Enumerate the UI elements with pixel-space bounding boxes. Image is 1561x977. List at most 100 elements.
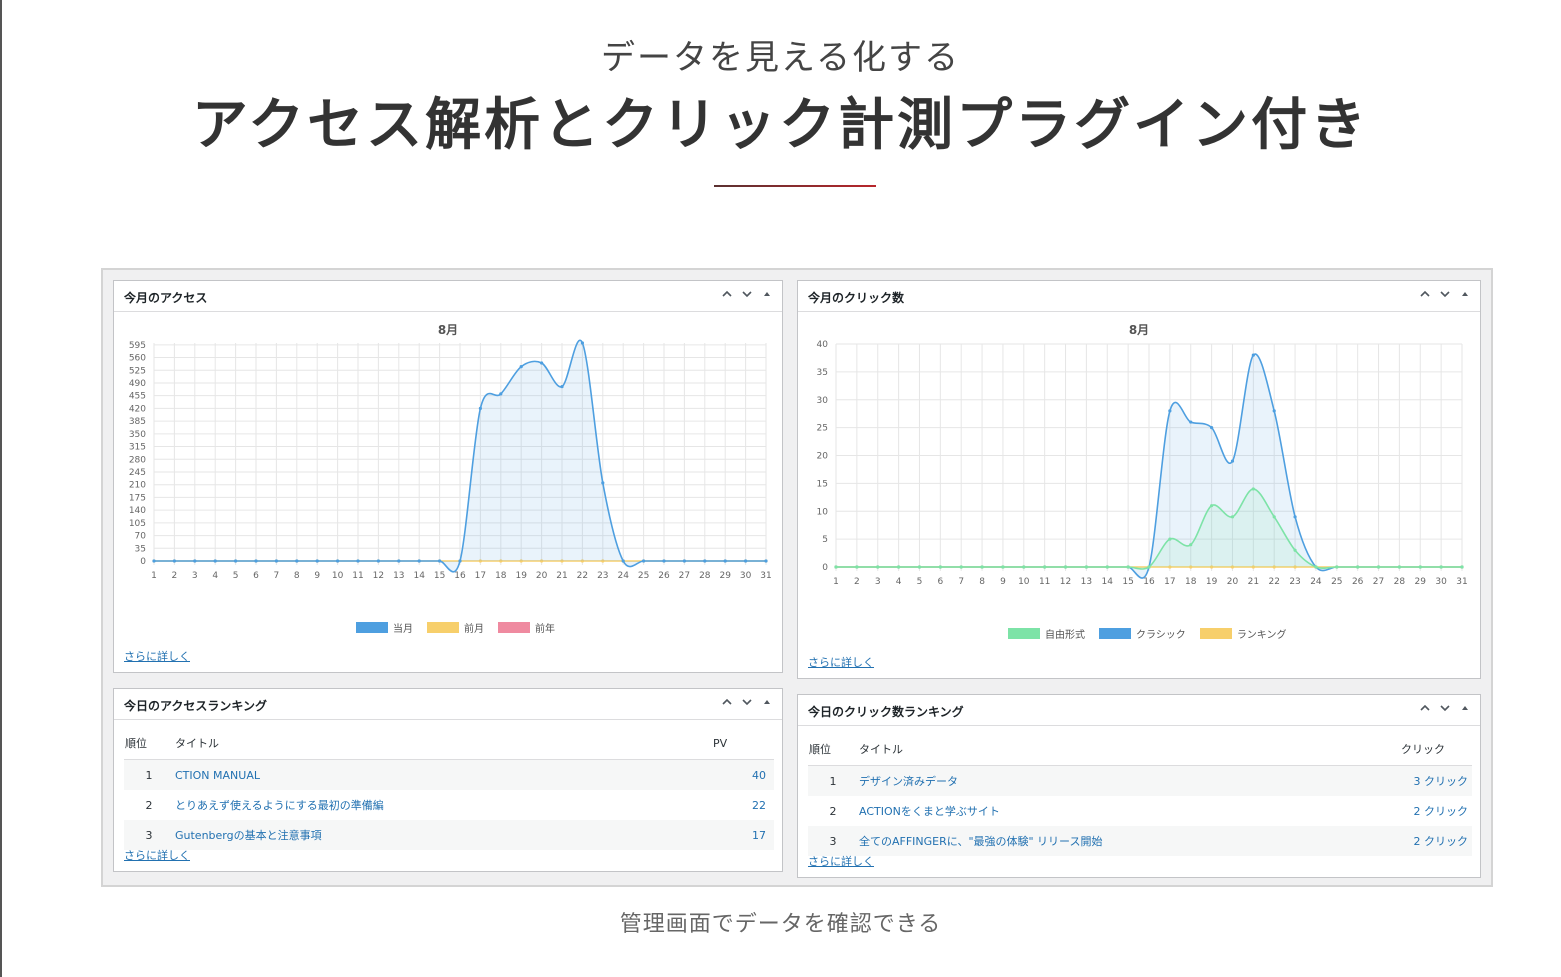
column-header-rank: 順位 — [808, 733, 858, 766]
data-point — [1356, 565, 1360, 569]
data-point — [560, 385, 564, 389]
x-tick-label: 2 — [854, 577, 860, 587]
move-down-icon[interactable] — [1438, 701, 1452, 715]
data-point — [295, 559, 299, 563]
chart-legend: 自由形式 クラシック ランキング — [1008, 626, 1287, 641]
collapse-toggle-icon[interactable] — [1458, 287, 1472, 301]
legend-swatch — [1008, 628, 1040, 639]
data-point — [1376, 565, 1381, 569]
x-tick-label: 7 — [274, 571, 280, 581]
more-details-link[interactable]: さらに詳しく — [124, 847, 190, 863]
table-row: 3 Gutenbergの基本と注意事項 17 — [124, 820, 774, 850]
title-link[interactable]: ACTIONをくまと学ぶサイト — [858, 796, 1400, 826]
title-link[interactable]: CTION MANUAL — [174, 759, 712, 790]
data-point — [938, 565, 942, 569]
more-details-link[interactable]: さらに詳しく — [808, 654, 874, 670]
rank-cell: 1 — [124, 759, 174, 790]
pv-cell[interactable]: 22 — [712, 790, 774, 820]
pv-cell[interactable]: 40 — [712, 759, 774, 790]
x-tick-label: 12 — [1060, 577, 1071, 587]
clicks-cell[interactable]: 2 クリック — [1400, 796, 1472, 826]
move-down-icon[interactable] — [740, 695, 754, 709]
x-tick-label: 20 — [536, 571, 548, 581]
table-row: 2 ACTIONをくまと学ぶサイト 2 クリック — [808, 796, 1472, 826]
y-tick-label: 0 — [140, 557, 146, 567]
title-link[interactable]: デザイン済みデータ — [858, 765, 1400, 796]
title-link[interactable]: 全てのAFFINGERに、"最強の体験" リリース開始 — [858, 826, 1400, 856]
hero-subtitle: データを見える化する — [601, 38, 960, 78]
x-tick-label: 14 — [413, 571, 425, 581]
pv-cell[interactable]: 17 — [712, 820, 774, 850]
data-point — [1293, 548, 1297, 552]
title-link[interactable]: Gutenbergの基本と注意事項 — [174, 820, 712, 850]
y-tick-label: 70 — [135, 532, 147, 542]
x-tick-label: 23 — [597, 571, 608, 581]
data-point — [438, 559, 442, 563]
collapse-toggle-icon[interactable] — [760, 695, 774, 709]
column-header-clicks: クリック — [1400, 733, 1472, 766]
data-point — [1314, 565, 1318, 569]
data-point — [458, 559, 462, 563]
x-tick-label: 17 — [475, 571, 486, 581]
move-down-icon[interactable] — [740, 287, 754, 301]
more-details-link[interactable]: さらに詳しく — [808, 853, 874, 869]
data-point — [1272, 409, 1276, 413]
column-header-title: タイトル — [858, 733, 1400, 766]
data-point — [980, 565, 984, 569]
widget-header: 今月のクリック数 — [798, 281, 1480, 312]
rank-cell: 3 — [124, 820, 174, 850]
x-tick-label: 25 — [638, 571, 649, 581]
x-tick-label: 4 — [896, 577, 902, 587]
data-point — [897, 565, 901, 569]
title-link[interactable]: とりあえず使えるようにする最初の準備編 — [174, 790, 712, 820]
data-point — [376, 559, 380, 563]
move-up-icon[interactable] — [720, 287, 734, 301]
data-point — [152, 559, 156, 563]
data-point — [1397, 565, 1401, 569]
legend-label: 自由形式 — [1045, 630, 1085, 641]
hero-divider — [714, 185, 876, 187]
legend-swatch — [427, 622, 459, 633]
legend-item: 自由形式 — [1008, 626, 1085, 641]
legend-label: クラシック — [1136, 630, 1186, 641]
widget-title: 今日のクリック数ランキング — [808, 705, 964, 719]
move-up-icon[interactable] — [1418, 701, 1432, 715]
collapse-toggle-icon[interactable] — [760, 287, 774, 301]
x-tick-label: 8 — [979, 577, 985, 587]
y-tick-label: 210 — [129, 481, 146, 491]
legend-swatch — [356, 622, 388, 633]
collapse-toggle-icon[interactable] — [1458, 701, 1472, 715]
clicks-cell[interactable]: 2 クリック — [1400, 826, 1472, 856]
data-point — [601, 481, 605, 485]
data-point — [917, 565, 922, 569]
data-point — [855, 565, 859, 569]
y-tick-label: 35 — [135, 544, 146, 554]
widget-title: 今月のアクセス — [124, 291, 208, 305]
y-tick-label: 385 — [129, 417, 146, 427]
click-chart: 05101520253035401 2 3 4 5 6 7 8 9 10 11 12 13 14 15 16 1… — [817, 340, 1468, 587]
data-point — [336, 559, 340, 563]
data-point — [1189, 420, 1193, 424]
more-details-link[interactable]: さらに詳しく — [124, 648, 190, 664]
x-tick-label: 13 — [393, 571, 404, 581]
x-tick-label: 21 — [1248, 577, 1259, 587]
move-up-icon[interactable] — [720, 695, 734, 709]
y-tick-label: 10 — [817, 507, 829, 517]
x-tick-label: 29 — [1415, 577, 1427, 587]
data-point — [1189, 543, 1193, 547]
move-down-icon[interactable] — [1438, 287, 1452, 301]
x-tick-label: 27 — [679, 571, 690, 581]
x-tick-label: 6 — [937, 577, 943, 587]
column-header-title: タイトル — [174, 727, 712, 760]
legend-item: クラシック — [1099, 626, 1186, 641]
y-tick-label: 455 — [129, 392, 146, 402]
clicks-cell[interactable]: 3 クリック — [1400, 765, 1472, 796]
data-point — [1335, 565, 1339, 569]
x-tick-label: 22 — [1268, 577, 1279, 587]
y-tick-label: 105 — [129, 519, 146, 529]
x-tick-label: 25 — [1331, 577, 1342, 587]
widget-header: 今日のクリック数ランキング — [798, 695, 1480, 726]
x-tick-label: 22 — [577, 571, 588, 581]
move-up-icon[interactable] — [1418, 287, 1432, 301]
x-tick-label: 28 — [1394, 577, 1406, 587]
